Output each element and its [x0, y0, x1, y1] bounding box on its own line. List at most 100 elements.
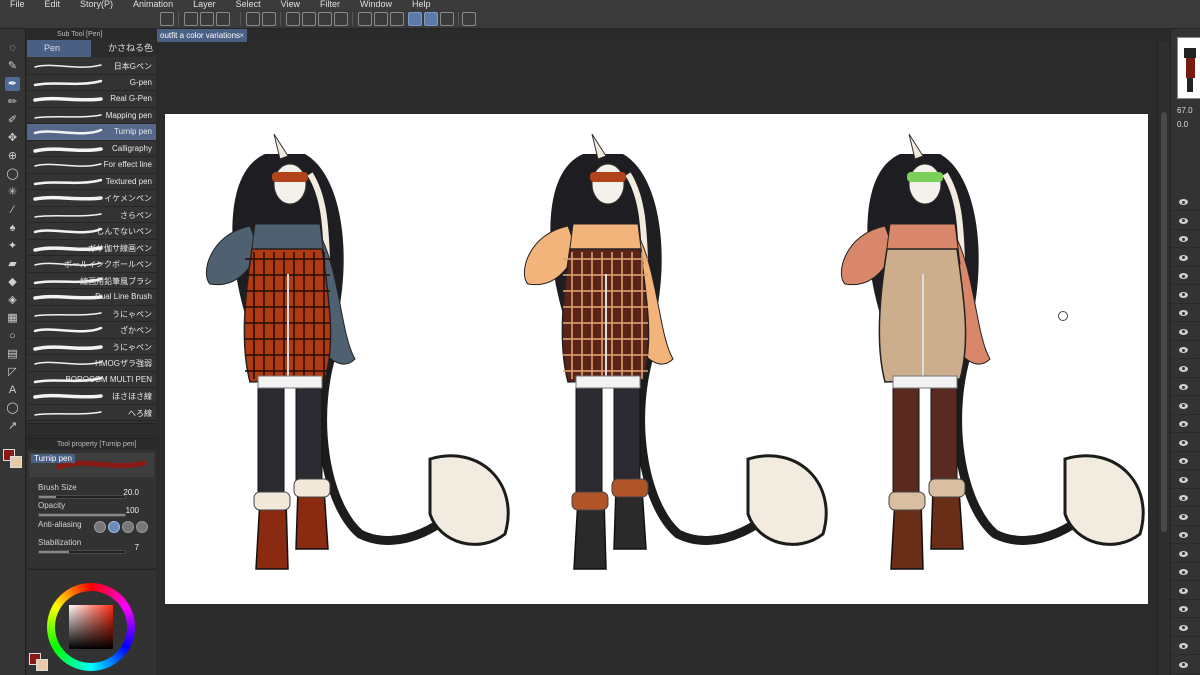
undo-icon[interactable] — [246, 12, 260, 26]
layer-eye-icon[interactable] — [1179, 569, 1188, 575]
antialias-none-option[interactable] — [94, 521, 106, 533]
brush-row[interactable]: ほさほさ線 — [27, 388, 156, 405]
brush-row[interactable]: ざかペン — [27, 322, 156, 339]
artwork-canvas[interactable] — [165, 114, 1148, 604]
save-icon[interactable] — [216, 12, 230, 26]
layer-eye-icon[interactable] — [1179, 661, 1188, 668]
correct-line-tool-icon[interactable]: ↗ — [5, 419, 20, 433]
open-icon[interactable] — [200, 12, 214, 26]
brush-row[interactable]: イケメンペン — [27, 190, 156, 207]
layer-eye-icon[interactable] — [1179, 606, 1188, 612]
ruler-tool-icon[interactable]: ◸ — [5, 365, 20, 379]
layer-eye-icon[interactable] — [1179, 217, 1188, 224]
brush-row[interactable]: Real G-Pen — [27, 91, 156, 108]
antialias-medium-option[interactable] — [122, 521, 134, 533]
menu-item[interactable]: File — [0, 0, 35, 9]
redo-icon[interactable] — [262, 12, 276, 26]
eyedropper-tool-icon[interactable]: ✎ — [5, 59, 20, 73]
frame-tool-icon[interactable]: ▤ — [5, 347, 20, 361]
gradient-tool-icon[interactable]: ▦ — [5, 311, 20, 325]
layer-eye-icon[interactable] — [1179, 495, 1188, 501]
layer-eye-icon[interactable] — [1179, 439, 1188, 446]
help-icon[interactable] — [462, 12, 476, 26]
menu-item[interactable]: Help — [402, 0, 441, 9]
magic-wand-tool-icon[interactable]: ✳ — [5, 185, 20, 199]
airbrush-tool-icon[interactable]: ✦ — [5, 239, 20, 253]
canvas-area[interactable] — [157, 42, 1157, 675]
spoid-tool-icon[interactable]: ⁄ — [5, 203, 20, 217]
fill-icon[interactable] — [302, 12, 316, 26]
opacity-slider[interactable] — [38, 513, 126, 517]
snap-ruler-icon[interactable] — [408, 12, 422, 26]
brush-row[interactable]: うにゃペン — [27, 338, 156, 355]
balloon-tool-icon[interactable]: ◯ — [5, 401, 20, 415]
layer-eye-icon[interactable] — [1179, 291, 1188, 298]
brush-row[interactable]: For effect line — [27, 157, 156, 174]
brush-row[interactable]: ボールインクボールペン — [27, 256, 156, 273]
opacity-row[interactable]: Opacity 100 — [38, 501, 153, 521]
navigator-zoom-value[interactable]: 67.0 — [1177, 106, 1193, 115]
brush-row[interactable]: 線画用鉛筆風ブラシ — [27, 272, 156, 289]
brush-size-row[interactable]: Brush Size 20.0 — [38, 483, 153, 503]
lasso-tool-icon[interactable]: ◯ — [5, 167, 20, 181]
view-icon[interactable] — [160, 12, 174, 26]
zoom-tool-icon[interactable]: ◌ — [5, 41, 20, 55]
brush-row[interactable]: Textured pen — [27, 173, 156, 190]
fill-tool-icon[interactable]: ◈ — [5, 293, 20, 307]
snap-special-ruler-icon[interactable] — [424, 12, 438, 26]
new-file-icon[interactable] — [184, 12, 198, 26]
layer-eye-icon[interactable] — [1179, 365, 1188, 372]
brush-row[interactable]: Mapping pen — [27, 107, 156, 124]
clear-icon[interactable] — [286, 12, 300, 26]
menu-item[interactable]: Select — [226, 0, 271, 9]
layer-eye-icon[interactable] — [1179, 476, 1188, 483]
stabilization-row[interactable]: Stabilization 7 — [38, 538, 153, 558]
antialias-strong-option[interactable] — [136, 521, 148, 533]
group-tab-overlay[interactable]: かさねる色 — [91, 40, 155, 57]
layer-eye-icon[interactable] — [1179, 384, 1188, 390]
brush-row[interactable]: HMOGザラ強弱 — [27, 355, 156, 372]
brush-row[interactable]: G-pen — [27, 74, 156, 91]
scrollbar-thumb[interactable] — [1161, 112, 1167, 532]
brush-row[interactable]: しんでないペン — [27, 223, 156, 240]
snap-grid-icon[interactable] — [440, 12, 454, 26]
eraser-tool-icon[interactable]: ▰ — [5, 257, 20, 271]
navigator-thumbnail[interactable] — [1177, 37, 1200, 99]
hue-ring[interactable] — [47, 583, 135, 671]
brush-row[interactable]: 日本Gペン — [27, 58, 156, 75]
operation-tool-icon[interactable]: ⊕ — [5, 149, 20, 163]
brush-row[interactable]: うにゃペン — [27, 305, 156, 322]
brush-row[interactable]: Turnip pen — [27, 124, 156, 141]
brush-row[interactable]: へろ線 — [27, 404, 156, 421]
sub-color-chip[interactable] — [36, 659, 48, 671]
group-tab-pen[interactable]: Pen — [27, 40, 91, 57]
layer-eye-icon[interactable] — [1179, 273, 1188, 279]
layer-eye-icon[interactable] — [1179, 624, 1188, 631]
layer-eye-icon[interactable] — [1179, 347, 1188, 353]
pencil-tool-icon[interactable]: ✏ — [5, 95, 20, 109]
pen-tool-icon[interactable]: ✒ — [5, 77, 20, 91]
menu-item[interactable]: Edit — [35, 0, 71, 9]
deselect-icon[interactable] — [358, 12, 372, 26]
layer-eye-icon[interactable] — [1179, 402, 1188, 409]
layer-eye-icon[interactable] — [1179, 513, 1188, 520]
stabilization-slider[interactable] — [38, 550, 126, 554]
brush-row[interactable]: Calligraphy — [27, 140, 156, 157]
layer-eye-icon[interactable] — [1179, 587, 1188, 594]
selection-outline-icon[interactable] — [390, 12, 404, 26]
layer-eye-icon[interactable] — [1179, 199, 1188, 205]
move-tool-icon[interactable]: ✥ — [5, 131, 20, 145]
layer-eye-icon[interactable] — [1179, 458, 1188, 464]
decoration-tool-icon[interactable]: ♠ — [5, 221, 20, 235]
layer-eye-icon[interactable] — [1179, 532, 1188, 538]
brush-tool-icon[interactable]: ✐ — [5, 113, 20, 127]
layer-eye-icon[interactable] — [1179, 550, 1188, 557]
transform-icon[interactable] — [318, 12, 332, 26]
layer-eye-icon[interactable] — [1179, 421, 1188, 427]
invert-selection-icon[interactable] — [374, 12, 388, 26]
close-tab-icon[interactable]: × — [239, 29, 244, 42]
text-tool-icon[interactable]: A — [5, 383, 20, 397]
menu-item[interactable]: Layer — [183, 0, 226, 9]
brush-row[interactable]: さらペン — [27, 206, 156, 223]
brush-size-slider[interactable] — [38, 495, 126, 499]
